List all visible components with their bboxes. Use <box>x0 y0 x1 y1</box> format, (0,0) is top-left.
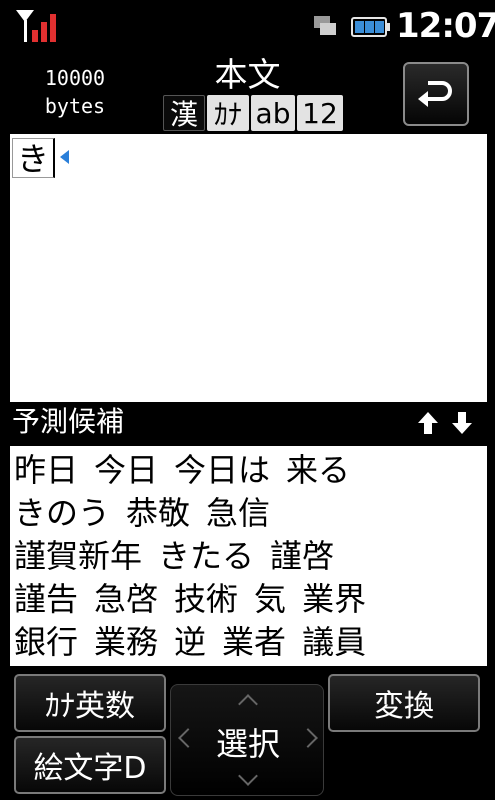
chevron-up-icon[interactable] <box>238 694 258 714</box>
arrow-up-icon[interactable] <box>418 412 438 434</box>
candidate-row: 謹告 急啓 技術 気 業界 <box>14 577 483 620</box>
candidate-item[interactable]: 来る <box>286 450 350 490</box>
emoji-button[interactable]: 絵文字D <box>14 736 166 794</box>
candidate-item[interactable]: 議員 <box>302 622 366 662</box>
candidate-item[interactable]: 謹賀新年 <box>14 536 142 576</box>
candidate-item[interactable]: 気 <box>254 579 286 619</box>
candidate-item[interactable]: 謹啓 <box>270 536 334 576</box>
candidate-row: 銀行 業務 逆 業者 議員 <box>14 620 483 663</box>
status-bar: 12:07 <box>0 0 495 52</box>
byte-count-unit: bytes <box>44 94 106 118</box>
candidate-item[interactable]: 恭敬 <box>126 493 190 533</box>
select-label: 選択 <box>215 725 280 763</box>
body-text-area[interactable]: き <box>10 134 487 402</box>
candidate-item[interactable]: 業界 <box>302 579 366 619</box>
candidate-item[interactable]: 業者 <box>222 622 286 662</box>
prediction-candidates: 昨日 今日 今日は 来る きのう 恭敬 急信 謹賀新年 きたる 謹啓 謹告 急啓… <box>10 446 487 666</box>
mode-tab-kanji[interactable]: 漢 <box>163 95 205 131</box>
return-arrow-icon <box>418 81 452 107</box>
mode-tab-number[interactable]: 12 <box>297 95 343 131</box>
chevron-down-icon[interactable] <box>238 766 258 786</box>
arrow-down-icon[interactable] <box>452 412 472 434</box>
candidate-item[interactable]: 逆 <box>174 622 206 662</box>
kana-alnum-button[interactable]: ｶﾅ英数 <box>14 674 166 732</box>
select-dpad[interactable]: 選択 <box>170 684 324 796</box>
back-button[interactable] <box>403 62 469 126</box>
candidate-item[interactable]: 今日 <box>94 450 158 490</box>
input-mode-tabs: 漢 ｶﾅ ab 12 <box>163 95 343 131</box>
signal-antenna-icon <box>16 10 56 42</box>
data-transfer-icon <box>314 16 390 37</box>
mode-tab-alphabet[interactable]: ab <box>251 95 295 131</box>
text-cursor <box>60 150 69 164</box>
candidate-row: きのう 恭敬 急信 <box>14 491 483 534</box>
candidate-item[interactable]: 今日は <box>174 450 270 490</box>
candidate-row: 謹賀新年 きたる 謹啓 <box>14 534 483 577</box>
candidate-item[interactable]: きたる <box>158 536 254 576</box>
candidate-item[interactable]: 謹告 <box>14 579 78 619</box>
candidate-item[interactable]: 急啓 <box>94 579 158 619</box>
clock: 12:07 <box>396 6 495 46</box>
prediction-label: 予測候補 <box>12 405 125 438</box>
candidate-item[interactable]: きのう <box>14 493 110 533</box>
page-title: 本文 <box>214 55 281 94</box>
byte-count-value: 10000 <box>44 66 106 90</box>
candidate-item[interactable]: 昨日 <box>14 450 78 490</box>
candidate-row: 昨日 今日 今日は 来る <box>14 448 483 491</box>
candidate-item[interactable]: 急信 <box>206 493 270 533</box>
byte-counter: 10000 bytes <box>20 64 130 120</box>
candidate-item[interactable]: 銀行 <box>14 622 78 662</box>
mode-tab-kana[interactable]: ｶﾅ <box>207 95 249 131</box>
composing-text: き <box>12 138 56 178</box>
candidate-item[interactable]: 技術 <box>174 579 238 619</box>
candidate-item[interactable]: 業務 <box>94 622 158 662</box>
convert-button[interactable]: 変換 <box>328 674 480 732</box>
scroll-arrows <box>418 412 472 434</box>
